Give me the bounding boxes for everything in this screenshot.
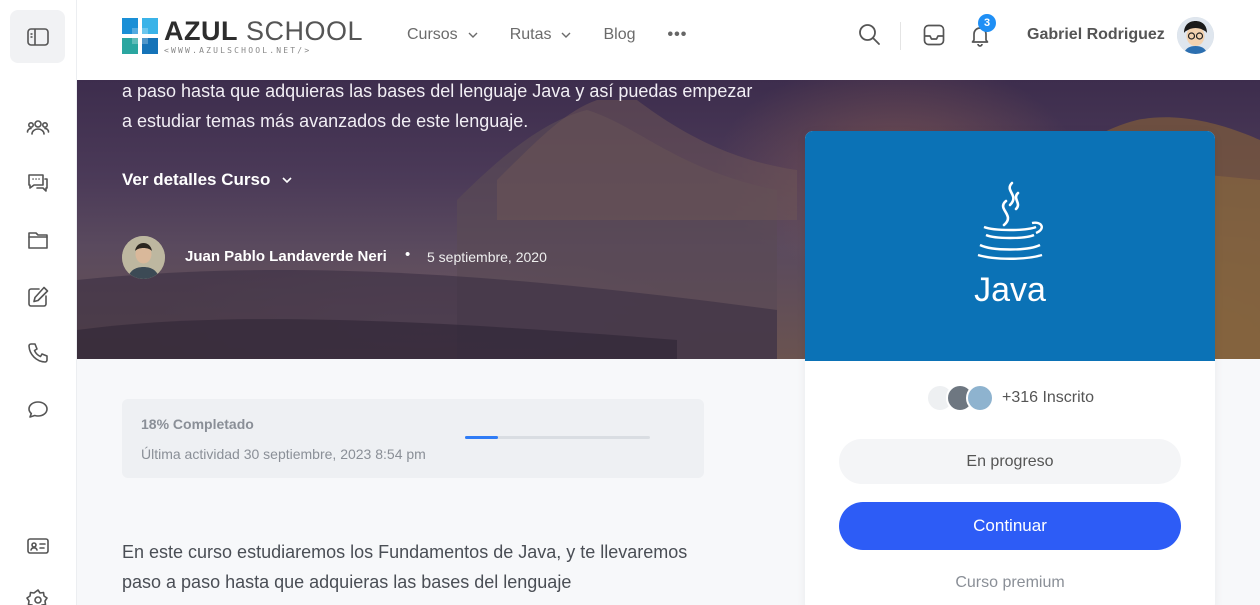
continue-button[interactable]: Continuar — [839, 502, 1181, 550]
sidebar-toggle-icon — [26, 27, 49, 46]
progress-title: 18% Completado — [141, 416, 254, 432]
sidebar-rail — [0, 0, 77, 605]
inbox-icon[interactable] — [922, 23, 946, 47]
logo-tagline: <WWW.AZULSCHOOL.NET/> — [164, 46, 312, 55]
chevron-down-icon — [561, 32, 571, 38]
meta-separator: • — [405, 246, 411, 263]
java-logo: Java — [974, 181, 1046, 309]
nav-item-label: Cursos — [407, 26, 458, 43]
enrolled-summary: +316 Inscrito — [805, 384, 1215, 412]
header-divider — [900, 22, 901, 50]
notification-badge: 3 — [978, 14, 996, 32]
enrolled-count: +316 Inscrito — [1001, 389, 1095, 406]
phone-icon[interactable] — [24, 339, 52, 367]
nav-item-cursos[interactable]: Cursos — [407, 26, 478, 44]
last-activity: Última actividad 30 septiembre, 2023 8:5… — [141, 446, 426, 462]
top-header: AZUL SCHOOL <WWW.AZULSCHOOL.NET/> Cursos… — [77, 0, 1260, 80]
course-card: Java +316 Inscrito En progreso Continuar… — [805, 131, 1215, 605]
logo-mark-icon — [122, 18, 158, 54]
nav-item-blog[interactable]: Blog — [603, 26, 635, 44]
course-details-label: Ver detalles Curso — [122, 170, 271, 189]
status-badge: En progreso — [839, 439, 1181, 484]
more-menu-button[interactable]: ••• — [668, 26, 688, 44]
chat-icon[interactable] — [24, 396, 52, 424]
groups-icon[interactable] — [24, 113, 52, 141]
chevron-down-icon — [282, 177, 292, 184]
user-name[interactable]: Gabriel Rodriguez — [1027, 26, 1165, 44]
nav-item-rutas[interactable]: Rutas — [510, 26, 572, 44]
course-description: En este curso estudiaremos los Fundament… — [122, 542, 688, 592]
id-card-icon[interactable] — [24, 532, 52, 560]
settings-icon[interactable] — [24, 586, 52, 605]
edit-icon[interactable] — [24, 283, 52, 311]
nav-item-label: Rutas — [509, 26, 552, 43]
folder-icon[interactable] — [24, 226, 52, 254]
premium-label: Curso premium — [955, 574, 1065, 591]
publish-date: 5 septiembre, 2020 — [427, 249, 547, 265]
avatar — [965, 384, 994, 412]
nav-item-label: Blog — [603, 26, 636, 43]
main-nav: Cursos Rutas Blog ••• — [407, 0, 687, 70]
enrolled-avatars — [925, 384, 994, 412]
svg-text:Java: Java — [974, 271, 1046, 309]
logo-name: AZUL SCHOOL — [164, 16, 364, 46]
hero-description: a paso hasta que adquieras las bases del… — [122, 81, 753, 131]
course-details-toggle[interactable]: Ver detalles Curso — [122, 170, 292, 190]
progress-bar-fill — [465, 436, 499, 439]
chevron-down-icon — [468, 32, 478, 38]
forums-icon[interactable] — [24, 168, 52, 196]
course-progress-panel: 18% Completado Última actividad 30 septi… — [122, 399, 704, 478]
avatar[interactable] — [1177, 17, 1214, 54]
author-avatar[interactable] — [122, 236, 165, 279]
site-logo[interactable]: AZUL SCHOOL <WWW.AZULSCHOOL.NET/> — [122, 18, 363, 55]
sidebar-toggle-button[interactable] — [10, 10, 65, 63]
search-icon[interactable] — [857, 22, 881, 46]
progress-bar — [465, 436, 650, 439]
author-name[interactable]: Juan Pablo Landaverde Neri — [185, 248, 387, 265]
course-banner: Java — [805, 131, 1215, 361]
